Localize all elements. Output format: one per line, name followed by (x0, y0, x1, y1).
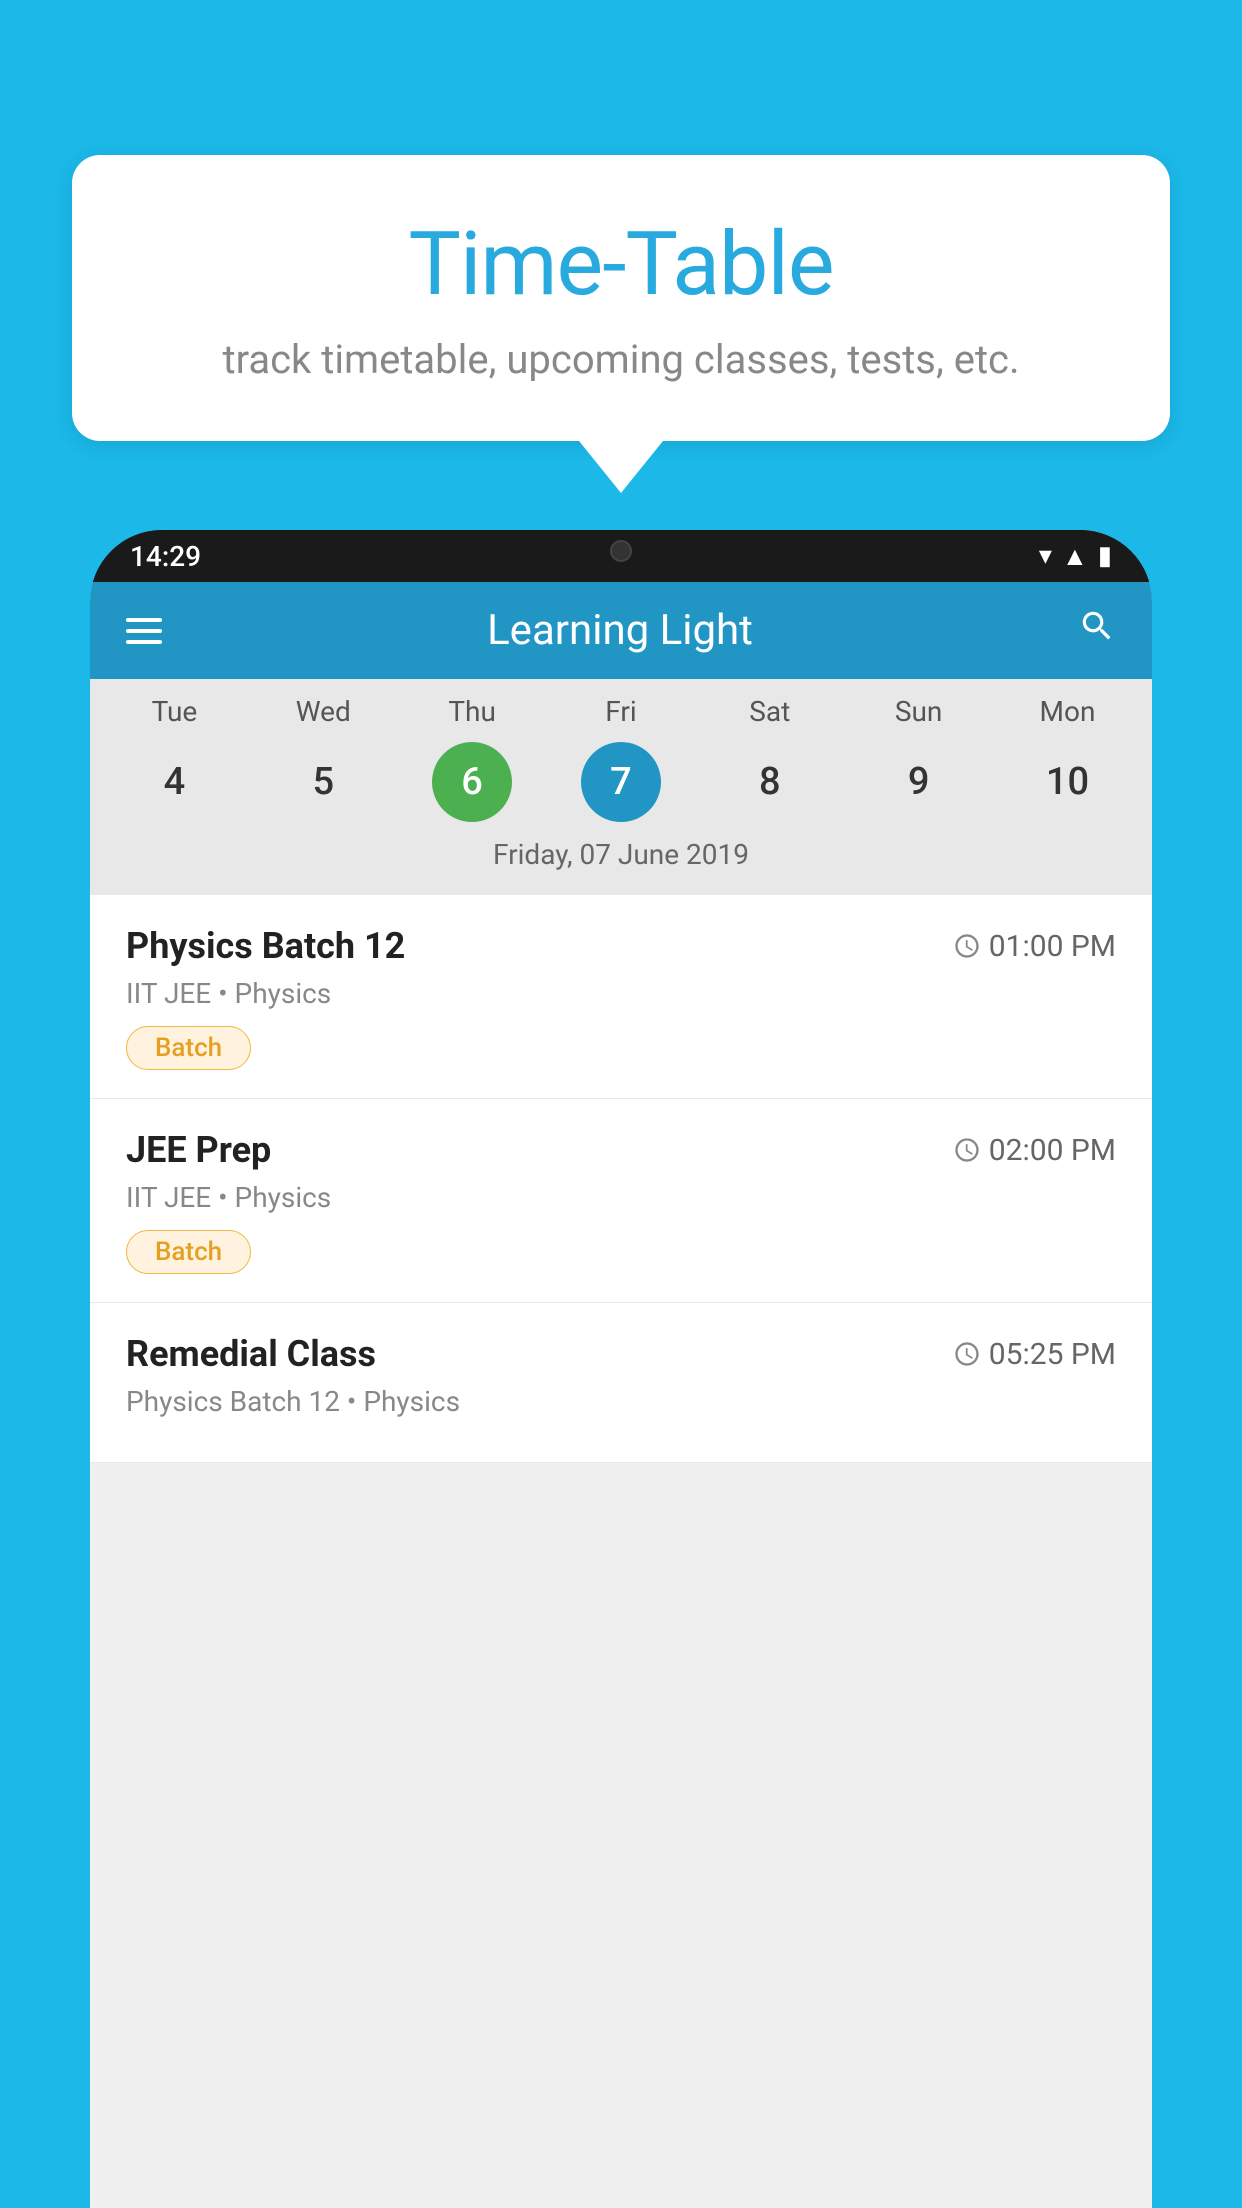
week-dates: 456789 10 (90, 742, 1152, 822)
week-days-header: Tue Wed Thu Fri Sat Sun Mon (90, 695, 1152, 728)
class-item[interactable]: Remedial Class 05:25 PM Physics Batch 12… (90, 1303, 1152, 1463)
app-header: Learning Light (90, 582, 1152, 679)
class-item-header: JEE Prep 02:00 PM (126, 1129, 1116, 1171)
week-day-label: Wed (283, 695, 363, 728)
week-date[interactable]: 5 (283, 742, 363, 822)
wifi-icon: ▾ (1039, 541, 1052, 571)
clock-icon (953, 1136, 981, 1164)
bubble-subtitle: track timetable, upcoming classes, tests… (132, 336, 1110, 383)
week-day-label: Tue (134, 695, 214, 728)
class-name: Remedial Class (126, 1333, 376, 1375)
status-icons: ▾ ▲ ▮ (1039, 541, 1112, 572)
class-time: 05:25 PM (953, 1337, 1116, 1372)
bubble-title: Time-Table (132, 213, 1110, 316)
app-title: Learning Light (162, 606, 1078, 655)
calendar-strip: Tue Wed Thu Fri Sat Sun Mon 456789 10 Friday, 0… (90, 679, 1152, 895)
selected-date-label: Friday, 07 June 2019 (90, 822, 1152, 887)
batch-tag: Batch (126, 1230, 251, 1274)
week-date[interactable]: 4 (134, 742, 214, 822)
week-day-label: Mon (1027, 695, 1107, 728)
week-day-label: Thu (432, 695, 512, 728)
class-list: Physics Batch 12 01:00 PM IIT JEE • Phys… (90, 895, 1152, 1463)
week-date[interactable]: 7 (581, 742, 661, 822)
status-bar: 14:29 ▾ ▲ ▮ (90, 530, 1152, 582)
week-date[interactable]: 9 (879, 742, 959, 822)
class-time: 01:00 PM (953, 929, 1116, 964)
week-day-label: Fri (581, 695, 661, 728)
menu-button[interactable] (126, 618, 162, 644)
phone-frame: 14:29 ▾ ▲ ▮ Learning Light (90, 530, 1152, 2208)
class-subtitle: Physics Batch 12 • Physics (126, 1385, 1116, 1418)
signal-icon: ▲ (1062, 541, 1088, 572)
batch-tag: Batch (126, 1026, 251, 1070)
clock-icon (953, 1340, 981, 1368)
phone-notch (566, 530, 676, 572)
battery-icon: ▮ (1098, 541, 1112, 571)
week-day-label: Sat (730, 695, 810, 728)
front-camera (610, 540, 632, 562)
status-time: 14:29 (130, 540, 201, 573)
search-button[interactable] (1078, 607, 1116, 655)
class-name: Physics Batch 12 (126, 925, 405, 967)
speech-bubble-arrow (579, 441, 663, 493)
week-date[interactable]: 6 (432, 742, 512, 822)
class-item[interactable]: Physics Batch 12 01:00 PM IIT JEE • Phys… (90, 895, 1152, 1099)
class-subtitle: IIT JEE • Physics (126, 977, 1116, 1010)
class-time: 02:00 PM (953, 1133, 1116, 1168)
speech-bubble: Time-Table track timetable, upcoming cla… (72, 155, 1170, 441)
class-item[interactable]: JEE Prep 02:00 PM IIT JEE • Physics Batc… (90, 1099, 1152, 1303)
week-date[interactable]: 10 (1027, 742, 1107, 822)
week-day-label: Sun (879, 695, 959, 728)
class-item-header: Remedial Class 05:25 PM (126, 1333, 1116, 1375)
week-date[interactable]: 8 (730, 742, 810, 822)
class-subtitle: IIT JEE • Physics (126, 1181, 1116, 1214)
phone-screen: Learning Light Tue Wed Thu Fri Sat Sun Mon 456… (90, 582, 1152, 2208)
speech-bubble-wrapper: Time-Table track timetable, upcoming cla… (72, 155, 1170, 493)
class-name: JEE Prep (126, 1129, 271, 1171)
clock-icon (953, 932, 981, 960)
class-item-header: Physics Batch 12 01:00 PM (126, 925, 1116, 967)
